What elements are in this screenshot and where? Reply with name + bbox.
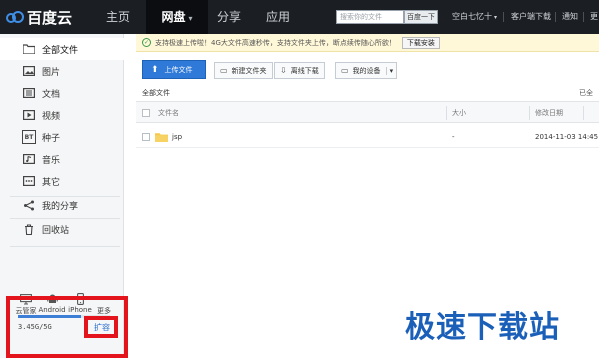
nav-apps[interactable]: 应用 <box>256 0 300 34</box>
my-devices-button[interactable]: ▭ 我的设备 ▾ <box>335 62 398 79</box>
breadcrumb[interactable]: 全部文件 <box>142 88 170 98</box>
divider <box>555 12 556 22</box>
more-link[interactable]: 更 <box>590 0 598 34</box>
loaded-status: 已全 <box>579 89 593 97</box>
other-icon <box>22 174 36 188</box>
top-navigation-bar: 百度云 主页 网盘 ▾ 分享 应用 搜索你的文件 百度一下 空白七忆十 ▾ 客户端下… <box>0 0 599 34</box>
download-install-button[interactable]: 下载安装 <box>401 36 440 49</box>
site-watermark: 极速下载站 <box>405 310 560 345</box>
logo-text: 百度云 <box>27 8 73 27</box>
row-checkbox[interactable] <box>142 133 150 141</box>
select-all-checkbox[interactable] <box>142 109 150 117</box>
folder-icon <box>22 42 36 56</box>
table-row[interactable]: jsp - 2014-11-03 14:45 <box>136 126 599 148</box>
file-date: 2014-11-03 14:45 <box>535 133 599 141</box>
column-divider <box>446 106 447 120</box>
chevron-down-icon: ▾ <box>494 14 498 21</box>
image-icon <box>22 64 36 78</box>
notice-text: 支持极速上传啦！4G大文件高速秒传，支持文件夹上传，断点续传随心所欲！ <box>155 38 396 47</box>
upload-file-button[interactable]: ⬆ 上传文件 <box>142 60 206 79</box>
divider <box>583 12 584 22</box>
trash-icon <box>22 222 36 236</box>
sidebar-item-all-files[interactable]: 全部文件 <box>0 38 124 60</box>
share-icon <box>22 198 36 212</box>
column-header-size[interactable]: 大小 <box>452 102 466 124</box>
sidebar-item-recycle-bin[interactable]: 回收站 <box>0 218 124 240</box>
sidebar-divider <box>10 246 120 247</box>
sidebar-item-music[interactable]: 音乐 <box>0 148 124 170</box>
video-icon <box>22 108 36 122</box>
device-icon: ▭ <box>341 66 349 75</box>
nav-share[interactable]: 分享 <box>208 0 250 34</box>
file-table-header: 文件名 大小 修改日期 <box>136 101 599 123</box>
client-download-link[interactable]: 客户端下载 <box>511 0 551 34</box>
sidebar-item-videos[interactable]: 视频 <box>0 104 124 126</box>
sidebar-item-others[interactable]: 其它 <box>0 170 124 192</box>
column-header-name[interactable]: 文件名 <box>158 102 179 124</box>
document-icon <box>22 86 36 100</box>
sidebar-item-my-shares[interactable]: 我的分享 <box>0 194 124 216</box>
file-name[interactable]: jsp <box>172 126 182 148</box>
upload-icon: ⬆ <box>151 64 159 75</box>
user-menu[interactable]: 空白七忆十 ▾ <box>452 0 497 34</box>
baidu-cloud-logo[interactable]: 百度云 <box>6 6 72 28</box>
sidebar-item-documents[interactable]: 文档 <box>0 82 124 104</box>
check-icon: ✓ <box>142 38 151 47</box>
search-button[interactable]: 百度一下 <box>404 10 438 24</box>
offline-download-button[interactable]: ⇩ 离线下载 <box>274 62 325 79</box>
notice-banner: ✓ 支持极速上传啦！4G大文件高速秒传，支持文件夹上传，断点续传随心所欲！ 下载… <box>136 34 599 52</box>
chevron-down-icon: ▾ <box>188 14 193 23</box>
column-header-date[interactable]: 修改日期 <box>535 102 563 124</box>
nav-netdisk[interactable]: 网盘 ▾ <box>146 0 208 34</box>
column-divider <box>529 106 530 120</box>
cloud-logo-icon <box>6 11 24 23</box>
music-icon <box>22 152 36 166</box>
divider <box>503 12 504 22</box>
new-folder-button[interactable]: ▭ 新建文件夹 <box>214 62 273 79</box>
new-folder-icon: ▭ <box>220 66 228 75</box>
nav-home[interactable]: 主页 <box>96 0 140 34</box>
sidebar-item-torrents[interactable]: BT 种子 <box>0 126 124 148</box>
torrent-icon: BT <box>22 130 36 144</box>
chevron-down-icon[interactable]: ▾ <box>385 66 397 75</box>
highlight-box-expand <box>84 316 118 338</box>
notifications-link[interactable]: 通知 <box>562 0 578 34</box>
download-icon: ⇩ <box>280 66 287 75</box>
sidebar-item-images[interactable]: 图片 <box>0 60 124 82</box>
search-input[interactable]: 搜索你的文件 <box>336 10 404 24</box>
column-divider <box>583 106 584 120</box>
folder-icon <box>155 133 168 142</box>
file-size: - <box>452 133 455 141</box>
